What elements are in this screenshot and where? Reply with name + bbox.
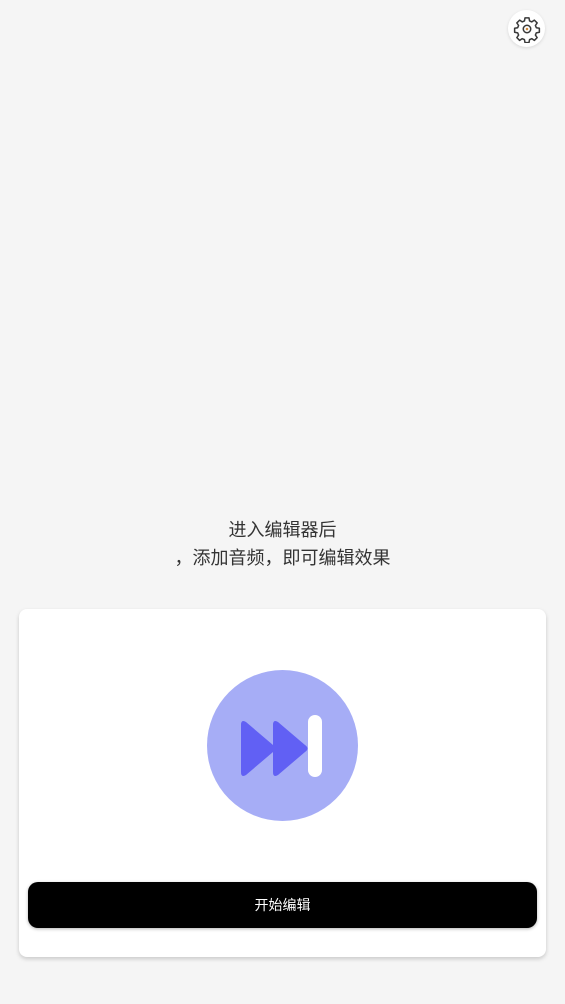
hint-line-1: 进入编辑器后	[228, 520, 337, 541]
settings-button[interactable]	[508, 10, 545, 47]
editor-hint: 进入编辑器后 ，添加音频，即可编辑效果	[0, 517, 565, 573]
start-editing-button[interactable]: 开始编辑	[28, 882, 537, 928]
editor-card: 开始编辑	[19, 609, 546, 957]
skip-forward-icon	[207, 670, 358, 821]
hint-line-2: ，添加音频，即可编辑效果	[174, 548, 391, 569]
gear-icon	[513, 15, 541, 43]
